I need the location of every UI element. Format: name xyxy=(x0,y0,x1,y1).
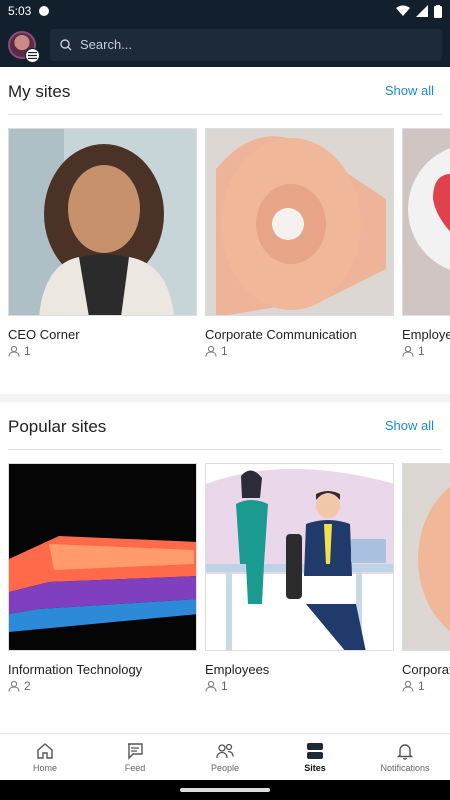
home-icon xyxy=(37,742,53,759)
person-icon xyxy=(402,680,414,692)
site-image xyxy=(205,463,394,651)
home-gesture-handle[interactable] xyxy=(180,788,270,792)
bell-icon xyxy=(396,743,414,760)
site-title: Employees xyxy=(205,662,270,677)
status-time: 5:03 xyxy=(8,4,32,18)
section-title: My sites xyxy=(8,82,71,101)
site-card[interactable]: CEO Corner 1 xyxy=(8,128,197,358)
person-icon xyxy=(8,680,20,692)
site-image xyxy=(8,463,197,651)
bottom-nav: Home Feed People Sites Notifications xyxy=(0,733,450,780)
nav-feed[interactable]: Feed xyxy=(90,734,180,780)
site-image xyxy=(402,463,450,651)
person-icon xyxy=(205,680,217,692)
site-title: CEO Corner xyxy=(8,327,80,342)
member-count: 2 xyxy=(8,679,197,693)
site-title: Employees xyxy=(402,327,450,342)
show-all-link[interactable]: Show all xyxy=(385,83,434,114)
nav-people[interactable]: People xyxy=(180,734,270,780)
site-title: Corporate Communication xyxy=(402,662,450,677)
app-header: Search... xyxy=(0,22,450,67)
site-card[interactable]: Corporate Communication 1 xyxy=(402,463,450,693)
member-count: 1 xyxy=(402,344,450,358)
avatar[interactable] xyxy=(8,30,40,63)
member-count: 1 xyxy=(402,679,450,693)
site-image xyxy=(402,128,450,316)
battery-icon xyxy=(434,4,442,18)
site-image xyxy=(8,128,197,316)
people-icon xyxy=(216,743,234,758)
person-icon xyxy=(8,345,20,357)
system-gesture-bar xyxy=(0,780,450,800)
member-count: 1 xyxy=(205,679,394,693)
site-card[interactable]: Employees 1 xyxy=(402,128,450,358)
section-title: Popular sites xyxy=(8,417,107,436)
status-bar: 5:03 xyxy=(0,0,450,22)
main-content[interactable]: My sites Show all CEO Corner 1 Corporate… xyxy=(0,67,450,733)
person-icon xyxy=(402,345,414,357)
member-count: 1 xyxy=(8,344,197,358)
site-card[interactable]: Employees 1 xyxy=(205,463,394,693)
search-icon xyxy=(60,38,72,50)
member-count: 1 xyxy=(205,344,394,358)
site-card[interactable]: Information Technology 2 xyxy=(8,463,197,693)
wifi-icon xyxy=(396,5,410,16)
popular-sites-section: Popular sites Show all Information Techn… xyxy=(0,402,450,733)
person-icon xyxy=(205,345,217,357)
nav-notifications[interactable]: Notifications xyxy=(360,734,450,780)
menu-icon xyxy=(25,47,40,63)
site-title: Corporate Communication xyxy=(205,327,357,342)
show-all-link[interactable]: Show all xyxy=(385,418,434,449)
site-card[interactable]: Corporate Communication 1 xyxy=(205,128,394,358)
search-placeholder: Search... xyxy=(80,37,133,52)
site-image xyxy=(205,128,394,316)
nav-sites[interactable]: Sites xyxy=(270,734,360,780)
sites-icon xyxy=(307,742,323,759)
signal-icon xyxy=(416,5,428,17)
nav-home[interactable]: Home xyxy=(0,734,90,780)
my-sites-section: My sites Show all CEO Corner 1 Corporate… xyxy=(0,67,450,394)
site-title: Information Technology xyxy=(8,662,143,677)
search-input[interactable]: Search... xyxy=(50,28,442,61)
app-notification-icon xyxy=(39,6,50,16)
feed-icon xyxy=(128,742,143,760)
